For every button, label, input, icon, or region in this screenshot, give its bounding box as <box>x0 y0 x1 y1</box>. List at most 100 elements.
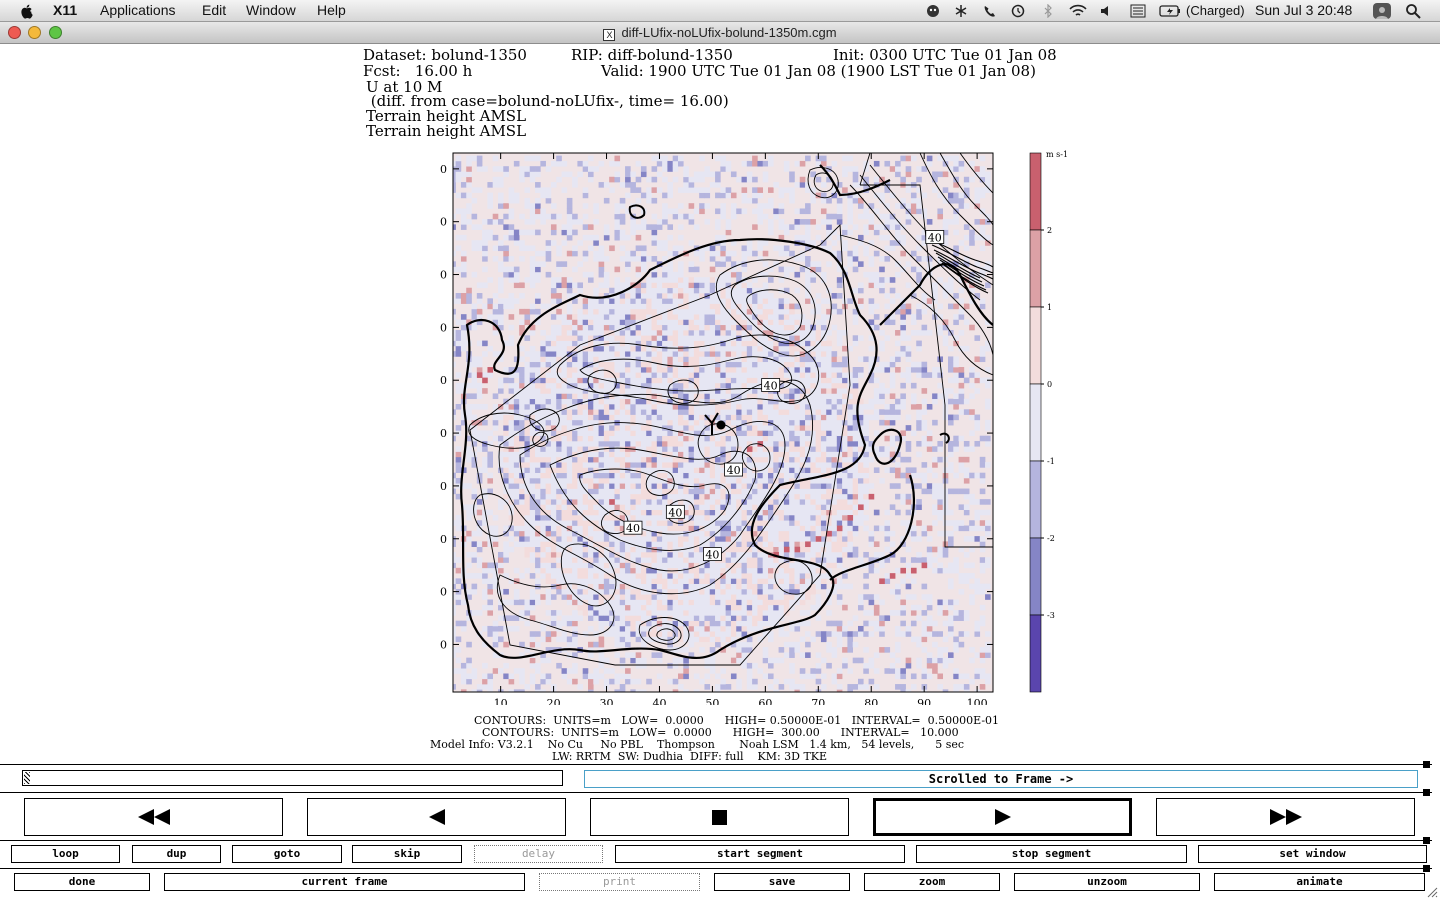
field-cell <box>720 493 726 500</box>
field-cell <box>577 578 584 584</box>
field-cell <box>789 625 795 632</box>
field-cell <box>471 245 478 252</box>
field-cell <box>805 551 811 558</box>
field-cell <box>815 499 822 505</box>
field-cell <box>503 414 509 421</box>
field-cell <box>715 504 721 510</box>
wifi-icon[interactable] <box>1069 4 1087 18</box>
volume-icon[interactable] <box>1099 4 1113 18</box>
menu-help[interactable]: Help <box>317 2 346 18</box>
field-cell <box>640 266 647 273</box>
field-cell <box>704 573 711 579</box>
field-cell <box>577 324 584 331</box>
field-cell <box>656 520 663 526</box>
field-cell <box>715 388 721 394</box>
field-cell <box>460 192 467 199</box>
field-cell <box>513 451 520 458</box>
field-cell <box>635 234 642 241</box>
field-cell <box>630 625 636 632</box>
field-cell <box>688 493 695 500</box>
field-cell <box>460 314 467 320</box>
time-machine-icon[interactable] <box>1011 4 1025 18</box>
field-cell <box>704 409 711 415</box>
field-cell <box>693 176 700 183</box>
field-cell <box>630 425 636 431</box>
field-cell <box>614 615 621 621</box>
battery-icon[interactable] <box>1159 4 1181 18</box>
field-cell <box>619 393 626 400</box>
field-cell <box>466 562 472 569</box>
field-cell <box>783 266 790 273</box>
field-cell <box>789 668 795 674</box>
field-cell <box>773 409 779 415</box>
field-cell <box>482 456 488 463</box>
field-cell <box>582 314 589 320</box>
menu-window[interactable]: Window <box>246 2 296 18</box>
phone-icon[interactable] <box>982 4 996 18</box>
app-name[interactable]: X11 <box>53 2 77 18</box>
field-cell <box>789 361 795 368</box>
field-cell <box>476 573 483 579</box>
field-cell <box>699 256 705 262</box>
user-icon[interactable] <box>1373 3 1391 19</box>
input-menu-icon[interactable] <box>1130 4 1146 18</box>
spotlight-search-icon[interactable] <box>1405 3 1421 19</box>
field-cell <box>577 588 584 595</box>
field-cell <box>757 578 764 584</box>
field-cell <box>688 176 695 183</box>
field-cell <box>545 240 552 246</box>
field-cell <box>767 546 774 553</box>
field-cell <box>688 414 695 421</box>
field-cell <box>550 372 557 378</box>
field-cell <box>529 356 536 363</box>
field-cell <box>609 462 615 468</box>
field-cell <box>662 219 668 225</box>
field-cell <box>773 520 779 526</box>
field-cell <box>762 319 769 326</box>
field-cell <box>651 551 658 558</box>
field-cell <box>683 594 689 600</box>
field-cell <box>746 678 753 685</box>
menubar-clock[interactable]: Sun Jul 3 20:48 <box>1255 2 1352 18</box>
field-cell <box>556 330 562 336</box>
field-cell <box>519 393 525 400</box>
field-cell <box>672 493 679 500</box>
field-cell <box>762 514 769 521</box>
field-cell <box>593 641 599 648</box>
field-cell <box>556 393 562 400</box>
field-cell <box>767 615 774 621</box>
field-cell <box>577 414 584 421</box>
field-cell <box>587 652 594 658</box>
field-cell <box>614 520 621 526</box>
field-cell <box>757 520 764 526</box>
field-cell <box>603 615 610 621</box>
field-cell <box>651 213 658 220</box>
field-cell <box>725 271 732 278</box>
field-cell <box>519 678 525 685</box>
apple-icon[interactable] <box>19 3 35 19</box>
window-title-bar[interactable]: Xdiff-LUfix-noLUfix-bolund-1350m.cgm <box>0 22 1440 44</box>
field-cell <box>688 351 695 357</box>
field-cell <box>746 409 753 415</box>
field-cell <box>789 440 795 447</box>
field-cell <box>646 361 652 368</box>
skype-icon[interactable] <box>926 4 940 18</box>
field-cell <box>773 398 779 405</box>
field-cell <box>540 345 546 352</box>
field-cell <box>619 620 626 627</box>
field-cell <box>757 562 764 569</box>
field-cell <box>598 266 605 273</box>
bluetooth-icon[interactable] <box>1041 4 1055 18</box>
field-cell <box>752 393 758 400</box>
menu-edit[interactable]: Edit <box>202 2 226 18</box>
field-cell <box>524 229 531 236</box>
field-cell <box>752 160 758 167</box>
field-cell <box>693 536 700 542</box>
field-cell <box>683 182 689 188</box>
field-cell <box>603 298 610 304</box>
menu-applications[interactable]: Applications <box>100 2 176 18</box>
network-activity-icon[interactable] <box>954 4 968 18</box>
field-cell <box>651 335 658 341</box>
field-cell <box>635 425 642 431</box>
field-cell <box>614 567 621 574</box>
